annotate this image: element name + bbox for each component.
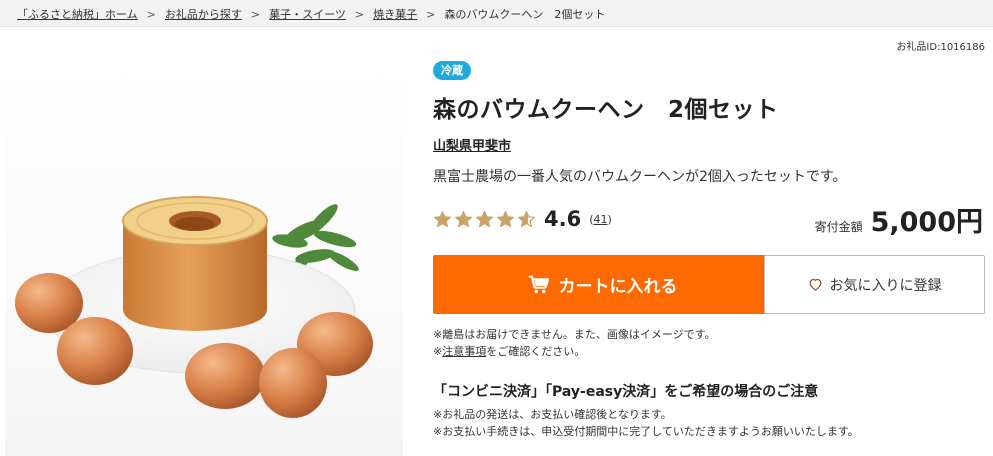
note-line-2: ※注意事項をご確認ください。 [433, 343, 716, 360]
star-icon [454, 210, 473, 227]
note-line-1: ※離島はお届けできません。また、画像はイメージです。 [433, 328, 716, 341]
breadcrumb-link-search[interactable]: お礼品から探す [165, 6, 242, 22]
rating-value: 4.6 [544, 207, 582, 231]
rating-stars [433, 210, 538, 229]
breadcrumb-bar: 「ふるさと納税」ホーム > お礼品から探す > 菓子・スイーツ > 焼き菓子 >… [0, 0, 993, 27]
breadcrumb: 「ふるさと納税」ホーム > お礼品から探す > 菓子・スイーツ > 焼き菓子 >… [17, 6, 605, 22]
payment-caution-heading: 「コンビニ決済」「Pay-easy決済」をご希望の場合のご注意 [433, 384, 819, 400]
add-to-cart-button[interactable]: カートに入れる [433, 255, 772, 314]
refrigerated-badge: 冷蔵 [433, 61, 471, 80]
breadcrumb-separator: > [426, 7, 436, 21]
review-count-link[interactable]: 41 [594, 213, 608, 226]
add-to-cart-label: カートに入れる [558, 277, 678, 297]
breadcrumb-separator: > [250, 7, 261, 21]
payment-caution-notes: ※お礼品の発送は、お支払い確認後となります。 ※お支払い手続きは、申込受付期間中… [433, 406, 859, 440]
product-image[interactable] [5, 61, 403, 456]
product-title: 森のバウムクーヘン 2個セット [433, 97, 779, 123]
star-icon [496, 210, 515, 227]
heart-icon [809, 278, 821, 291]
breadcrumb-separator: > [354, 7, 365, 21]
price-row: 寄付金額 5,000円 [815, 200, 983, 239]
payment-note-1: ※お礼品の発送は、お支払い確認後となります。 [433, 408, 672, 421]
payment-note-2: ※お支払い手続きは、申込受付期間中に完了していただきますようお願いいたします。 [433, 425, 859, 438]
municipality-link[interactable]: 山梨県甲斐市 [433, 135, 511, 154]
add-to-favorites-label: お気に入りに登録 [829, 276, 942, 293]
price-value: 5,000円 [870, 207, 983, 238]
star-icon [517, 210, 536, 227]
baumkuchen-photo [15, 196, 373, 418]
breadcrumb-current: 森のバウムクーヘン 2個セット [444, 8, 606, 21]
precautions-link[interactable]: 注意事項 [442, 345, 486, 358]
product-description: 黒富士農場の一番人気のバウムクーヘンが2個入ったセットです。 [433, 169, 847, 185]
note-line-2-suffix: をご確認ください。 [486, 345, 586, 358]
breadcrumb-link-baked[interactable]: 焼き菓子 [373, 6, 417, 22]
review-count-close: ) [607, 212, 612, 226]
star-icon [433, 210, 452, 227]
cart-icon [528, 275, 549, 294]
breadcrumb-link-sweets[interactable]: 菓子・スイーツ [269, 6, 346, 22]
review-count: (41) [589, 213, 612, 226]
add-to-favorites-button[interactable]: お気に入りに登録 [764, 255, 985, 314]
breadcrumb-link-home[interactable]: 「ふるさと納税」ホーム [17, 6, 138, 22]
price-label: 寄付金額 [814, 220, 863, 234]
breadcrumb-separator: > [146, 7, 156, 21]
star-icon [475, 210, 494, 227]
notes: ※離島はお届けできません。また、画像はイメージです。 ※注意事項をご確認ください… [433, 326, 716, 360]
item-id: お礼品ID:1016186 [896, 42, 985, 53]
note-line-2-prefix: ※ [433, 345, 443, 358]
rating-row: 4.6 (41) [433, 205, 612, 233]
